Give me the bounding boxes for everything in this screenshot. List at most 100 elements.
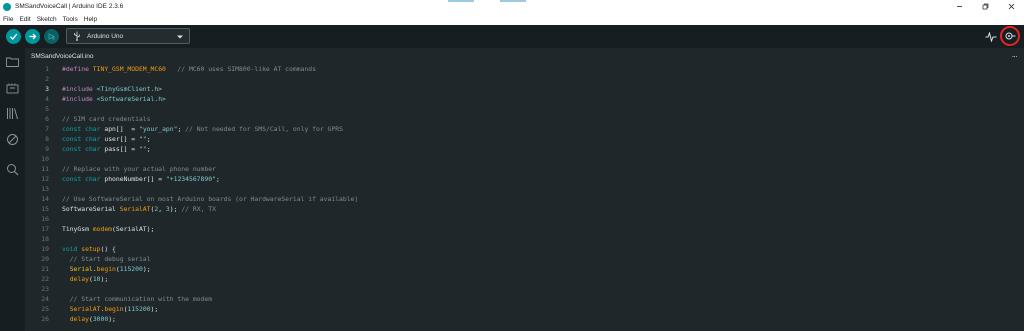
line-number: 23 [41,285,49,293]
code-token: phoneNumber[] = [104,175,166,183]
line-number: 20 [41,255,49,263]
line-number: 9 [45,145,49,153]
line-number: 6 [45,115,49,123]
tab-smsandvoicecall[interactable]: SMSandVoiceCall.ino [25,48,100,64]
code-editor[interactable]: 1 #define TINY_GSM_MODEM_MC60 // MC60 use… [25,64,1024,331]
line-number: 1 [45,65,49,73]
code-token: char [85,145,105,153]
debug-view-button[interactable] [5,132,20,147]
sketchbook-button[interactable] [5,54,20,69]
minimize-button[interactable] [946,0,972,13]
code-token: ); [169,205,182,213]
code-line[interactable]: 9 const char pass[] = ""; [25,144,1024,154]
code-token: "" [138,145,147,153]
code-text: const char apn[] = "your_apn"; // Not ne… [62,124,343,134]
code-line[interactable]: 23 [25,284,1024,294]
boards-manager-button[interactable] [5,81,20,96]
code-token: SerialAT [69,305,101,313]
code-token: (SerialAT); [112,225,155,233]
code-text: // Start communication with the modem [62,294,212,304]
window-title: SMSandVoiceCall | Arduino IDE 2.3.6 [15,3,124,10]
code-token: "+1234567890" [165,175,216,183]
code-line[interactable]: 8 const char user[] = ""; [25,134,1024,144]
code-text: Serial.begin(115200); [62,264,151,274]
line-number: 19 [41,245,49,253]
code-token: char [85,125,105,133]
code-line[interactable]: 22 delay(10); [25,274,1024,284]
serial-monitor-icon [1005,32,1016,40]
code-line[interactable]: 21 Serial.begin(115200); [25,264,1024,274]
menu-file[interactable]: File [3,16,13,23]
no-entry-icon [7,134,18,145]
code-token: 10 [92,275,101,283]
chevron-down-icon [176,27,184,45]
menu-sketch[interactable]: Sketch [37,16,57,23]
code-token: void [62,245,82,253]
upload-button[interactable] [25,29,40,44]
serial-monitor-button[interactable] [1000,26,1020,46]
serial-plotter-button[interactable] [984,29,998,44]
library-manager-button[interactable] [5,106,20,121]
menu-tools[interactable]: Tools [63,16,78,23]
code-line[interactable]: 12 const char phoneNumber[] = "+123456789… [25,174,1024,184]
verify-button[interactable] [6,29,21,44]
editor-scrollbar[interactable] [1016,64,1024,331]
checkmark-icon [10,33,18,41]
code-line[interactable]: 5 [25,104,1024,114]
board-selector[interactable]: Arduino Uno [66,28,190,44]
more-actions-button[interactable]: ... [1012,50,1018,59]
code-line[interactable]: 16 [25,214,1024,224]
code-token: const [62,125,86,133]
code-token: ); [142,265,151,273]
code-line[interactable]: 2 [25,74,1024,84]
code-token: <TinyGsmClient.h> [96,85,163,93]
code-token: ); [150,305,159,313]
code-line[interactable]: 20 // Start debug serial [25,254,1024,264]
code-token: // Start debug serial [62,255,151,263]
code-token: pass[] = [104,145,139,153]
code-line[interactable]: 26 delay(3000); [25,314,1024,324]
code-token: 115200 [119,265,143,273]
code-line[interactable]: 18 [25,234,1024,244]
search-icon [7,164,19,176]
code-line[interactable]: 25 SerialAT.begin(115200); [25,304,1024,314]
debug-button[interactable] [44,29,59,44]
code-line[interactable]: 19 void setup() { [25,244,1024,254]
code-line[interactable]: 24 // Start communication with the modem [25,294,1024,304]
line-number: 4 [45,95,49,103]
code-line[interactable]: 11 // Replace with your actual phone numb… [25,164,1024,174]
arduino-app-icon [3,2,11,11]
code-token: ; [215,175,220,183]
title-bar: SMSandVoiceCall | Arduino IDE 2.3.6 [0,0,1024,13]
code-line[interactable]: 15 SoftwareSerial SerialAT(2, 3); // RX, … [25,204,1024,214]
code-line[interactable]: 6 // SIM card credentials [25,114,1024,124]
code-text: #include <SoftwareSerial.h> [62,94,166,104]
board-icon [6,83,19,93]
code-token: const [62,135,86,143]
code-line[interactable]: 13 [25,184,1024,194]
search-button[interactable] [5,162,20,177]
code-line[interactable]: 4 #include <SoftwareSerial.h> [25,94,1024,104]
code-token: modem [92,225,113,233]
line-number: 15 [41,205,49,213]
code-token: begin [96,265,116,273]
code-token: // Start communication with the modem [62,295,213,303]
line-number: 2 [45,75,49,83]
code-text: const char pass[] = ""; [62,144,151,154]
arrow-right-icon [29,33,37,40]
code-line[interactable]: 17 TinyGsm modem(SerialAT); [25,224,1024,234]
line-number: 22 [41,275,49,283]
code-line[interactable]: 7 const char apn[] = "your_apn"; // Not n… [25,124,1024,134]
code-line[interactable]: 14 // Use SoftwareSerial on most Arduino … [25,194,1024,204]
close-window-button[interactable] [998,0,1024,13]
code-token: setup [81,245,101,253]
code-line[interactable]: 3 #include <TinyGsmClient.h> [25,84,1024,94]
code-line[interactable]: 1 #define TINY_GSM_MODEM_MC60 // MC60 use… [25,64,1024,74]
close-icon [1008,3,1014,10]
menu-edit[interactable]: Edit [19,16,30,23]
menu-help[interactable]: Help [84,16,97,23]
line-number: 26 [41,315,49,323]
code-line[interactable]: 10 [25,154,1024,164]
restore-button[interactable] [972,0,998,13]
